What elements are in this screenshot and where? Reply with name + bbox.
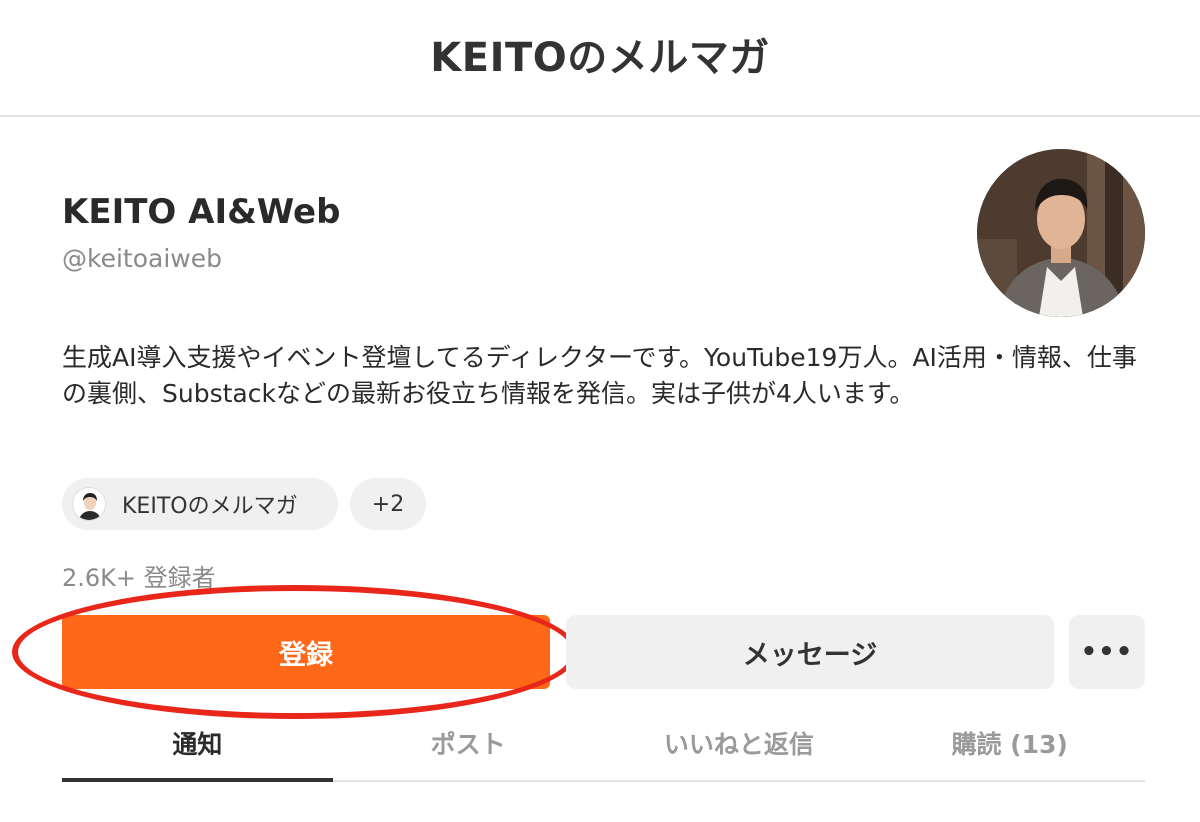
more-publications-chip[interactable]: +2	[350, 478, 426, 530]
profile-avatar	[977, 149, 1145, 317]
profile-photo-icon	[977, 149, 1145, 317]
ellipsis-icon: •••	[1080, 637, 1134, 667]
message-button-label: メッセージ	[742, 639, 878, 671]
publication-chip[interactable]: KEITOのメルマガ	[62, 478, 338, 530]
tab-notifications[interactable]: 通知	[62, 712, 333, 782]
subscriber-count: 2.6K+ 登録者	[62, 564, 216, 592]
profile-name: KEITO AI&Web	[62, 192, 341, 232]
page-title: KEITOのメルマガ	[430, 34, 770, 81]
tab-subscriptions[interactable]: 購読 (13)	[874, 712, 1145, 780]
top-bar: KEITOのメルマガ	[0, 0, 1200, 117]
tab-posts[interactable]: ポスト	[333, 712, 604, 780]
tab-likes-replies[interactable]: いいねと返信	[604, 712, 875, 780]
more-options-button[interactable]: •••	[1069, 615, 1145, 689]
profile-bio: 生成AI導入支援やイベント登壇してるディレクターです。YouTube19万人。A…	[62, 343, 1137, 408]
publication-chip-label: KEITOのメルマガ	[122, 494, 298, 519]
publication-avatar-icon	[72, 487, 106, 521]
subscribe-button[interactable]: 登録	[62, 615, 550, 689]
message-button[interactable]: メッセージ	[566, 615, 1054, 689]
profile-handle: @keitoaiweb	[62, 244, 222, 273]
profile-tabs: 通知 ポスト いいねと返信 購読 (13)	[62, 712, 1145, 782]
subscribe-button-label: 登録	[279, 639, 333, 671]
